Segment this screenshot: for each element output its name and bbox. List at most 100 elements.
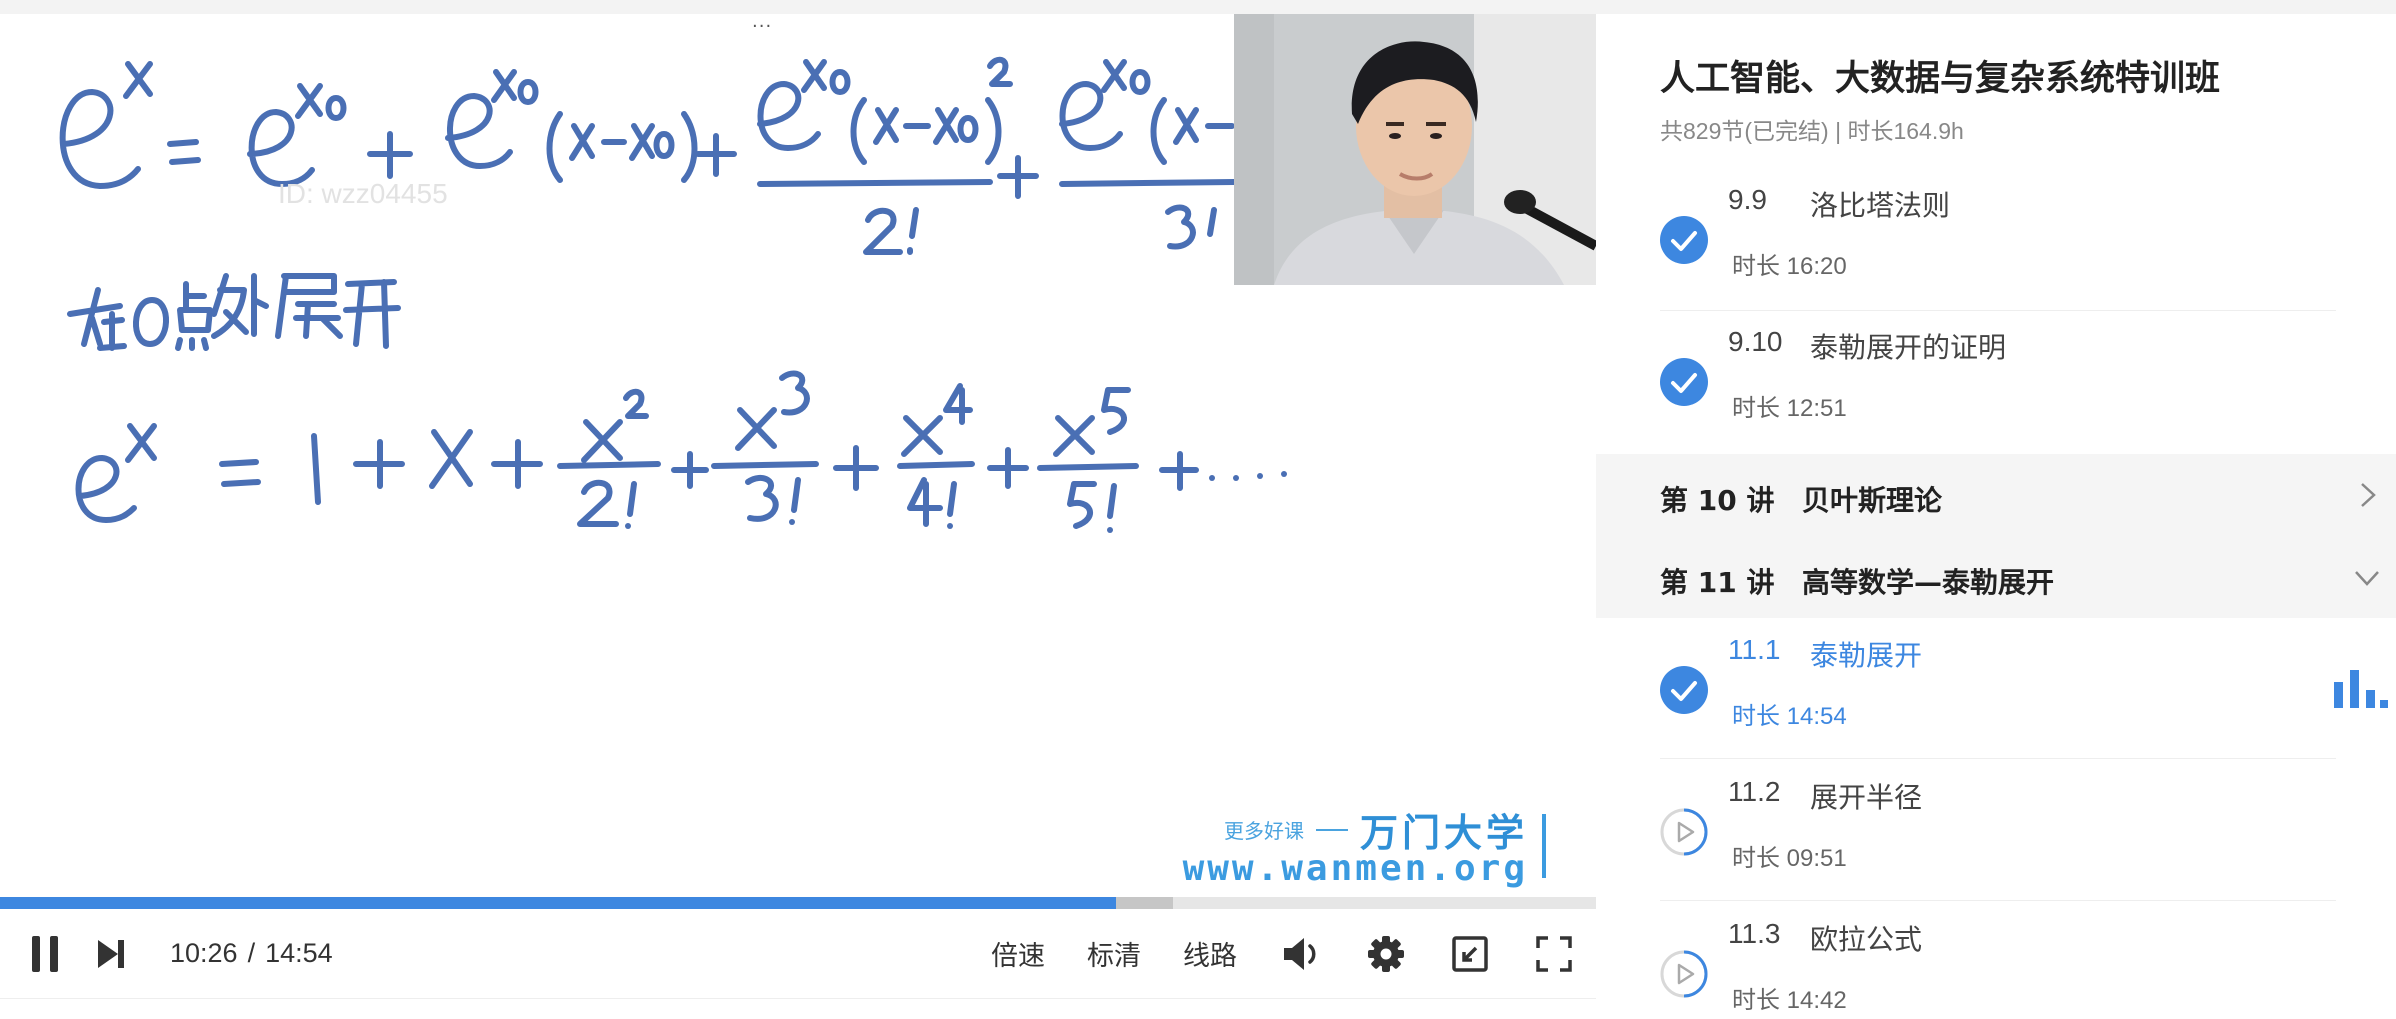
- section-label: 第 11 讲: [1660, 566, 1775, 599]
- route-button[interactable]: 线路: [1176, 909, 1244, 998]
- time-display: 10:26 / 14:54: [170, 909, 333, 998]
- lesson-item[interactable]: 11.3 欧拉公式 时长 14:42: [1660, 918, 2350, 1018]
- brand-dash: [1315, 828, 1348, 831]
- brand-bar: [1542, 814, 1546, 878]
- speed-button[interactable]: 倍速: [984, 909, 1052, 998]
- picture-in-picture-button[interactable]: [1446, 909, 1494, 998]
- formula-3-factorial: [1165, 204, 1217, 250]
- series-2f: [577, 480, 637, 527]
- formula-e-letter: [757, 81, 821, 151]
- video-progress-bar[interactable]: [0, 897, 1596, 909]
- lesson-item[interactable]: 9.9 洛比塔法则 时长 16:20: [1660, 184, 2350, 326]
- series-x: [429, 429, 473, 489]
- formula-paren-term: [1150, 97, 1235, 165]
- series-four: [943, 383, 973, 425]
- chevron-down-icon: [2355, 571, 2379, 586]
- formula-e-letter: [59, 89, 141, 189]
- formula-fraction-bar: [1059, 179, 1237, 187]
- note-zhan: [275, 273, 343, 339]
- series-5f: [1067, 481, 1117, 529]
- note-chu: [211, 273, 269, 339]
- top-strip: [0, 0, 2396, 14]
- course-title: 人工智能、大数据与复杂系统特训班: [1660, 59, 2221, 99]
- completed-check-icon: [1660, 666, 1708, 714]
- picture-in-picture-icon: [1452, 935, 1488, 972]
- series-plus: [353, 439, 405, 489]
- lesson-number: 9.9: [1728, 184, 1767, 215]
- section-label: 第 10 讲: [1660, 484, 1775, 517]
- time-current: 10:26: [170, 938, 238, 968]
- series-bar: [897, 461, 975, 469]
- skip-next-icon: [98, 939, 124, 968]
- lesson-name: 洛比塔法则: [1810, 190, 1951, 221]
- lesson-duration: 时长 09:51: [1732, 845, 1847, 872]
- divider: [1660, 900, 2336, 901]
- instructor-webcam: [1234, 14, 1596, 285]
- series-plus: [833, 445, 879, 491]
- formula-fraction-bar: [757, 179, 993, 187]
- series-equals: [219, 459, 261, 487]
- formula-equals: [167, 139, 201, 165]
- series-bar: [557, 461, 661, 469]
- series-plus: [491, 439, 543, 489]
- lesson-item[interactable]: 9.10 泰勒展开的证明 时长 12:51: [1660, 326, 2350, 468]
- formula-paren-term: [546, 111, 698, 183]
- video-player[interactable]: ··· ID: wzz04455 更多好课 万门大学 www.wanmen.or: [0, 14, 1596, 897]
- formula-plus: [997, 155, 1039, 199]
- section-header-11[interactable]: 第 11 讲 高等数学—泰勒展开: [1596, 536, 2396, 618]
- lesson-number: 11.3: [1728, 918, 1781, 949]
- lesson-duration: 时长 16:20: [1732, 253, 1847, 280]
- series-3f: [745, 474, 801, 522]
- course-sidebar: 人工智能、大数据与复杂系统特训班 共829节(已完结) | 时长164.9h 9…: [1596, 14, 2396, 1018]
- progress-played: [0, 897, 1116, 909]
- series-sq: [623, 388, 649, 419]
- formula-e-letter: [445, 93, 513, 169]
- completed-check-icon: [1660, 358, 1708, 406]
- series-bar: [1037, 463, 1139, 471]
- fullscreen-button[interactable]: [1530, 909, 1578, 998]
- volume-icon: [1284, 937, 1316, 970]
- note-zai: [67, 287, 127, 351]
- pause-button[interactable]: [20, 909, 70, 998]
- lesson-name: 欧拉公式: [1810, 924, 1923, 955]
- lesson-item[interactable]: 11.2 展开半径 时长 09:51: [1660, 776, 2350, 918]
- more-dots[interactable]: ···: [752, 16, 772, 37]
- player-controls: 10:26 / 14:54 倍速 标清 线路: [0, 909, 1596, 998]
- formula-e-letter: [1059, 81, 1123, 151]
- note-kai: [343, 279, 401, 349]
- formula-x-super: [123, 61, 153, 99]
- fullscreen-icon: [1536, 935, 1572, 972]
- pause-icon: [32, 935, 58, 972]
- volume-button[interactable]: [1278, 909, 1326, 998]
- section-title: 贝叶斯理论: [1802, 484, 1943, 517]
- divider: [1660, 310, 2336, 311]
- lesson-duration: 时长 14:54: [1732, 703, 1847, 730]
- next-button[interactable]: [86, 909, 136, 998]
- play-circle-icon: [1660, 808, 1708, 856]
- course-meta: 共829节(已完结) | 时长164.9h: [1660, 118, 1964, 144]
- formula-paren-term: [850, 97, 1002, 165]
- note-dian: [175, 281, 213, 351]
- section-header-10[interactable]: 第 10 讲 贝叶斯理论: [1596, 454, 2396, 536]
- formula-x0-super: [1101, 59, 1151, 95]
- series-x: [581, 419, 623, 463]
- series-e: [75, 455, 137, 523]
- series-plus: [671, 451, 709, 489]
- settings-button[interactable]: [1362, 909, 1410, 998]
- series-x: [901, 415, 943, 457]
- divider: [1660, 758, 2336, 759]
- formula-plus: [367, 131, 413, 179]
- section-title: 高等数学—泰勒展开: [1802, 566, 2055, 599]
- play-circle-icon: [1660, 950, 1708, 998]
- lesson-number: 11.2: [1728, 776, 1781, 807]
- formula-x0-super: [491, 69, 539, 105]
- lesson-item-active[interactable]: 11.1 泰勒展开 时长 14:54: [1660, 634, 2388, 776]
- formula-2-factorial: [863, 207, 919, 255]
- quality-button[interactable]: 标清: [1080, 909, 1148, 998]
- brand-url: www.wanmen.org: [1182, 848, 1528, 889]
- series-bar: [711, 461, 819, 469]
- gear-icon: [1368, 935, 1404, 972]
- note-zero: [133, 297, 169, 347]
- lesson-number: 11.1: [1728, 634, 1781, 665]
- lesson-duration: 时长 14:42: [1732, 987, 1847, 1014]
